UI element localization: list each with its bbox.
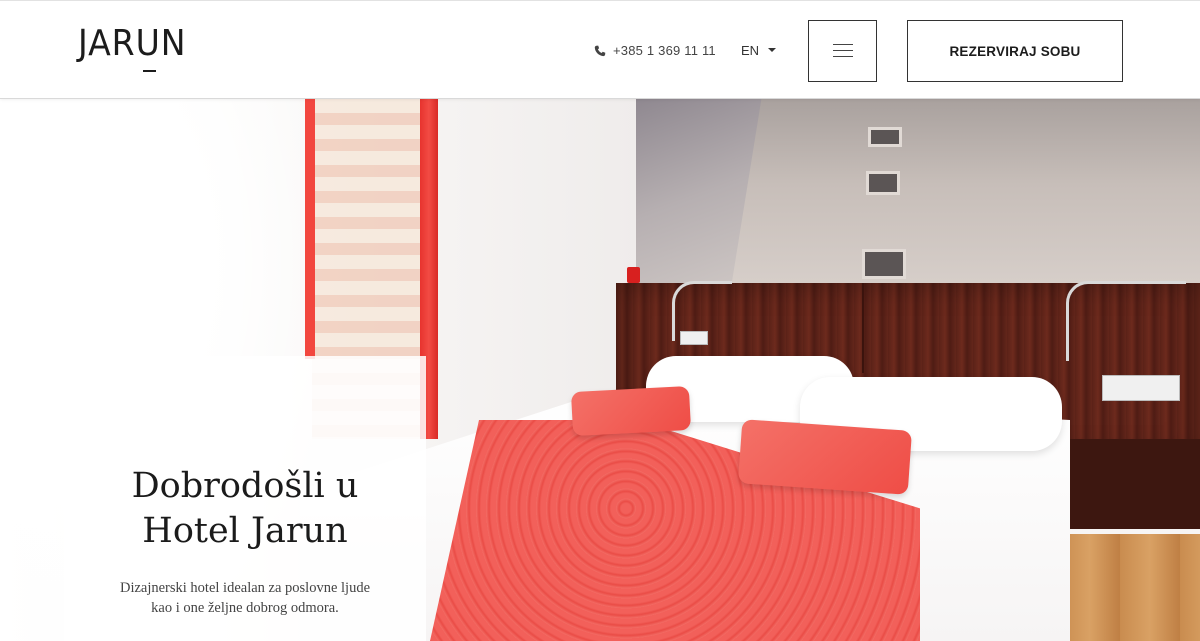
phone-link[interactable]: +385 1 369 11 11 bbox=[594, 41, 716, 59]
language-selector[interactable]: EN bbox=[741, 41, 777, 59]
site-logo[interactable]: JARUN bbox=[78, 23, 218, 79]
floor bbox=[1060, 534, 1200, 641]
welcome-heading: Dobrodošli u Hotel Jarun bbox=[64, 464, 426, 554]
welcome-heading-line1: Dobrodošli u bbox=[131, 466, 359, 506]
cushion bbox=[737, 419, 913, 495]
site-header: JARUN +385 1 369 11 11 EN REZERVIRAJ SOB… bbox=[0, 0, 1200, 99]
welcome-heading-line2: Hotel Jarun bbox=[142, 511, 348, 551]
phone-icon bbox=[594, 44, 606, 57]
mural-tower bbox=[730, 99, 1200, 289]
welcome-card: Dobrodošli u Hotel Jarun Dizajnerski hot… bbox=[64, 356, 426, 641]
nightstand bbox=[1060, 439, 1200, 529]
cushion bbox=[570, 385, 692, 437]
welcome-subtitle-line1: Dizajnerski hotel idealan za poslovne lj… bbox=[119, 580, 371, 596]
language-label: EN bbox=[741, 42, 760, 58]
welcome-subtitle: Dizajnerski hotel idealan za poslovne lj… bbox=[64, 578, 426, 618]
reading-lamp bbox=[1066, 281, 1186, 361]
hamburger-menu-icon bbox=[833, 44, 853, 58]
welcome-subtitle-line2: kao i one željne dobrog odmora. bbox=[151, 600, 339, 616]
book-room-button[interactable]: REZERVIRAJ SOBU bbox=[907, 20, 1123, 82]
phone-number: +385 1 369 11 11 bbox=[613, 42, 716, 58]
menu-button[interactable] bbox=[808, 20, 877, 82]
logo-underline bbox=[143, 70, 156, 72]
caret-down-icon bbox=[768, 48, 777, 52]
logo-text: JARUN bbox=[78, 23, 187, 64]
